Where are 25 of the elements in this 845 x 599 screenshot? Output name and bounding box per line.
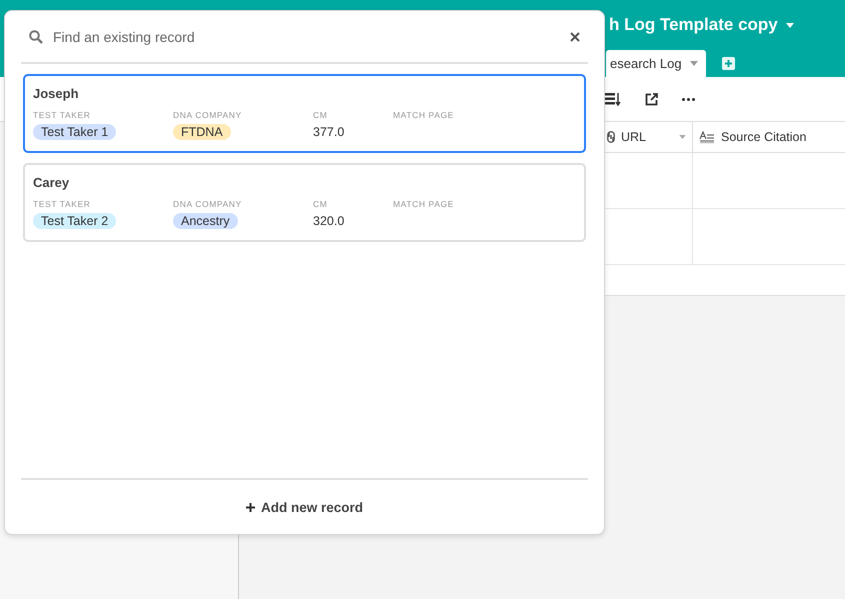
field-label: DNA COMPANY [173,110,243,120]
field-value: 377.0 [313,124,346,140]
tag: Ancestry [173,213,238,229]
record-name: Carey [33,175,70,192]
search-field[interactable]: Find an existing record [53,28,558,44]
column-header[interactable]: Source Citation [692,122,845,152]
tag: Test Taker 2 [33,213,116,229]
column-title: Source Citation [721,130,806,144]
tag: FTDNA [173,124,231,140]
field-value: 320.0 [313,213,346,229]
table-tab[interactable]: esearch Log [606,50,706,77]
field-label: DNA COMPANY [173,199,243,209]
base-title: h Log Template copy [609,15,778,35]
field-label: TEST TAKER [33,110,92,120]
column-title: URL [621,130,646,144]
field-label: TEST TAKER [33,199,92,209]
field-label: CM [313,199,328,209]
field-label: MATCH PAGE [393,110,455,120]
record-card[interactable]: Carey TEST TAKER Test Taker 2 DNA COMPANY Ancestry CM 320.0 MATCH PAGE [23,163,586,242]
add-record-button[interactable]: Add new record [240,498,369,516]
tag: Test Taker 1 [33,124,116,140]
record-name: Joseph [33,86,80,103]
field-label: MATCH PAGE [393,199,455,209]
record-card[interactable]: Joseph TEST TAKER Test Taker 1 DNA COMPANY FTDNA CM 377.0 MATCH PAGE [23,74,586,153]
field-label: CM [313,110,328,120]
